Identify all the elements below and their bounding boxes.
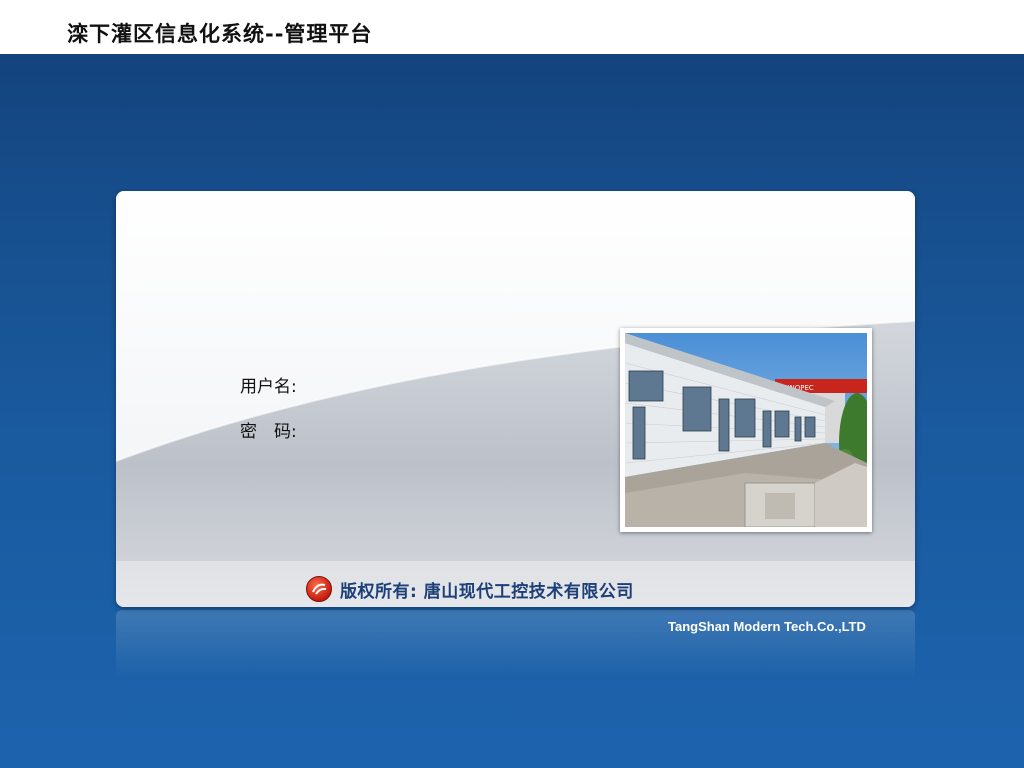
header-bar: 滦下灌区信息化系统--管理平台 xyxy=(0,0,1024,54)
copyright-text: 版权所有: 唐山现代工控技术有限公司 xyxy=(340,581,634,602)
building-photo-image: SINOPEC xyxy=(625,333,867,527)
username-label: 用户名: xyxy=(240,377,297,397)
company-logo-icon xyxy=(306,576,332,602)
copyright-line: 版权所有: 唐山现代工控技术有限公司 xyxy=(306,575,634,603)
app-title: 滦下灌区信息化系统--管理平台 xyxy=(67,22,373,46)
building-photo: SINOPEC xyxy=(620,328,872,532)
password-input[interactable] xyxy=(316,416,540,442)
password-label: 密 码: xyxy=(240,422,297,442)
username-input[interactable] xyxy=(316,371,540,397)
company-english-name: TangShan Modern Tech.Co.,LTD xyxy=(668,619,866,634)
login-panel: 用户名: 密 码: SINOPEC 版权所有: 唐山现代工控技术有限公司 xyxy=(116,191,915,607)
